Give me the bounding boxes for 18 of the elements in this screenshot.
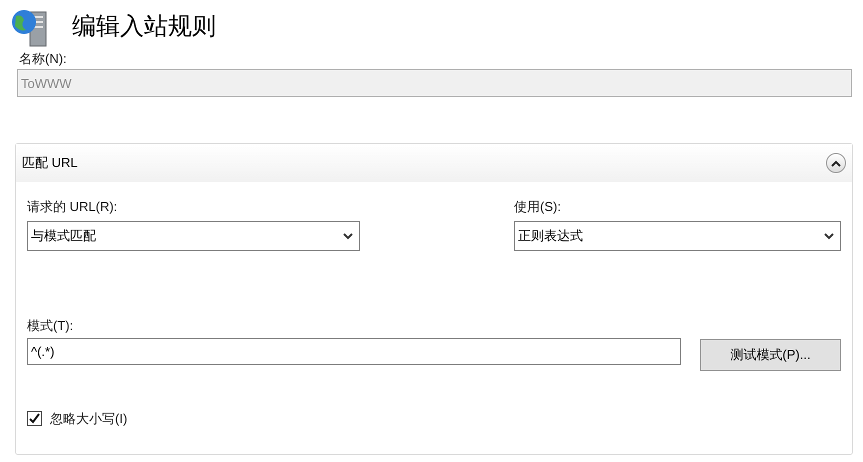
test-pattern-button[interactable]: 测试模式(P)... [700,339,841,371]
dropdown-value: 正则表达式 [518,227,583,246]
field-label: 请求的 URL(R): [27,198,118,216]
page-title: 编辑入站规则 [72,12,216,42]
chevron-down-icon [343,232,353,240]
field-label: 名称(N): [18,50,68,67]
dropdown-value: 与模式匹配 [31,227,96,246]
dropdown[interactable]: 正则表达式 [514,221,841,251]
pattern-field[interactable]: ^(.*) [27,338,681,365]
collapse-button[interactable] [826,153,846,173]
checkbox-label: 忽略大小写(I) [50,410,128,428]
field-label: 使用(S): [514,198,562,216]
field-label: 模式(T): [27,317,74,335]
chevron-down-icon [824,232,834,240]
checkbox[interactable] [27,411,42,426]
section-title: 匹配 URL [22,154,78,172]
dropdown[interactable]: 与模式匹配 [27,221,360,251]
chevron-up-icon [831,160,841,166]
